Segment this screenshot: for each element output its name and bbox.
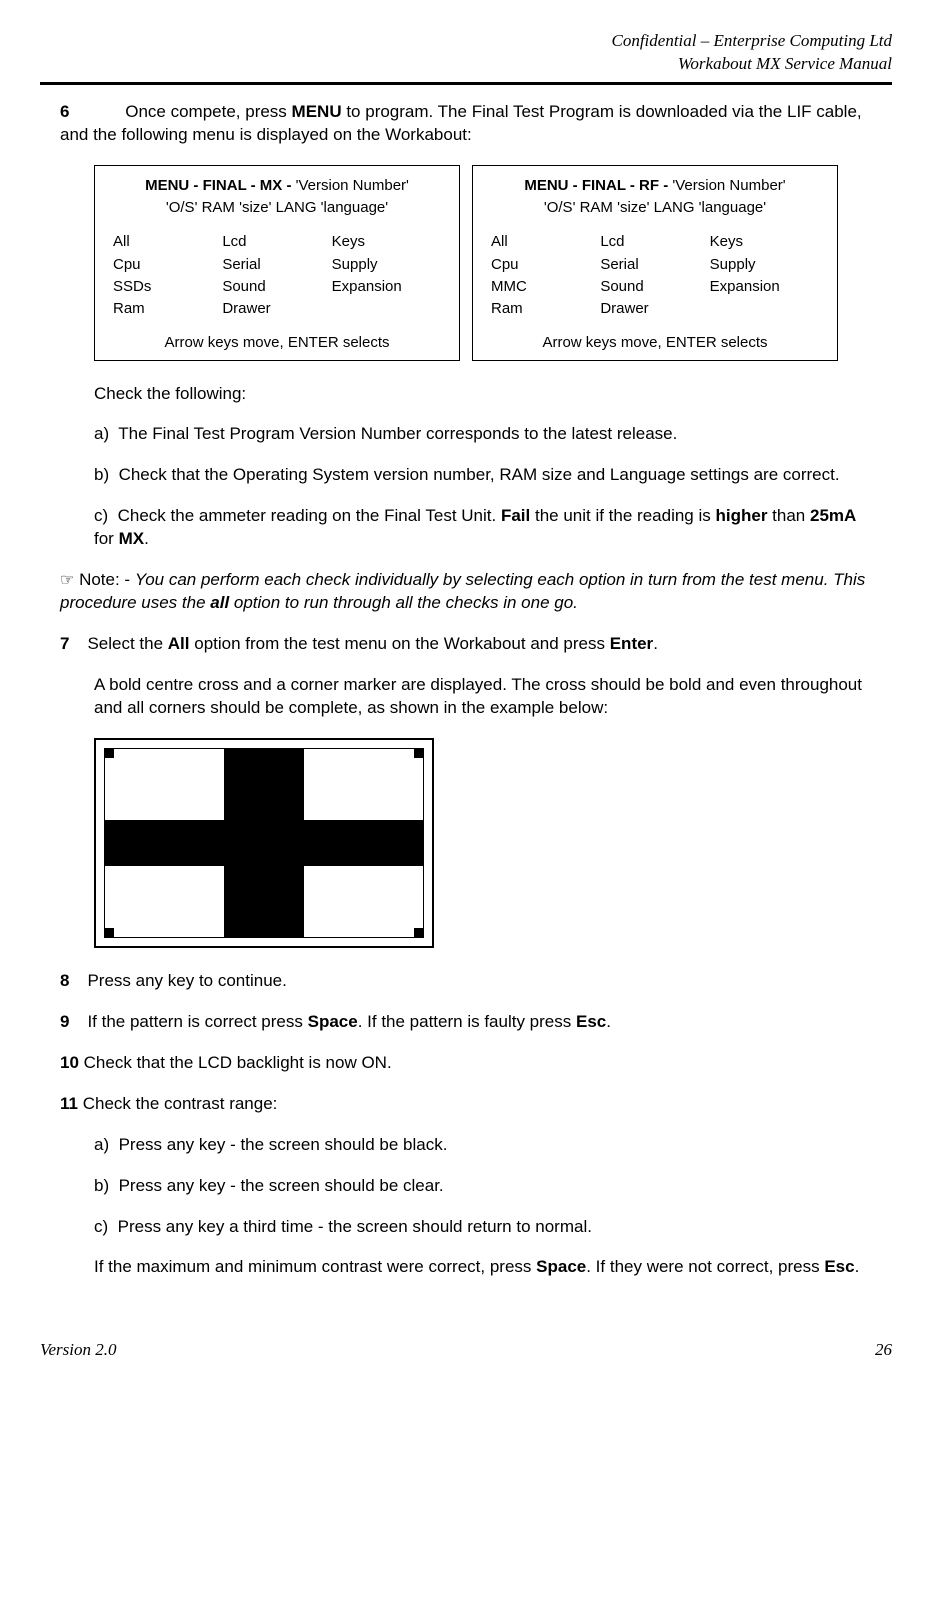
menu-mx-sub: 'O/S' RAM 'size' LANG 'language' [113,198,441,218]
menu-item: All [113,232,222,252]
menu-keyword: MENU [292,102,342,121]
menu-item: Drawer [600,299,709,319]
step-7: 7 Select the All option from the test me… [60,633,872,656]
menu-item: Serial [222,255,331,275]
menu-item: Expansion [332,277,441,297]
check-item-a: a) The Final Test Program Version Number… [94,423,872,446]
menu-item: Expansion [710,277,819,297]
menu-item: Ram [113,299,222,319]
menu-item: Keys [710,232,819,252]
corner-marker [414,748,424,758]
menu-item: Sound [222,277,331,297]
menu-mx-footer: Arrow keys move, ENTER selects [113,333,441,353]
header-line-1: Confidential – Enterprise Computing Ltd [40,30,892,53]
contrast-a: a) Press any key - the screen should be … [94,1134,872,1157]
menu-item: Supply [332,255,441,275]
header-line-2: Workabout MX Service Manual [40,53,892,76]
menu-item [710,299,819,319]
menu-box-mx: MENU - FINAL - MX - 'Version Number' 'O/… [94,165,460,361]
page-content: 6 Once compete, press MENU to program. T… [40,101,892,1280]
step-number: 6 [60,101,78,124]
check-item-c: c) Check the ammeter reading on the Fina… [94,505,872,551]
step-number: 11 [60,1093,78,1116]
menu-item: Ram [491,299,600,319]
step-number: 9 [60,1011,78,1034]
note-block: ☞ Note: - You can perform each check ind… [60,569,872,615]
pointing-hand-icon: ☞ [60,572,74,589]
menu-item: Serial [600,255,709,275]
check-intro: Check the following: [94,383,872,406]
menu-rf-title: MENU - FINAL - RF - 'Version Number' [491,176,819,196]
menu-item: Cpu [491,255,600,275]
contrast-c: c) Press any key a third time - the scre… [94,1216,872,1239]
menu-rf-grid: All Lcd Keys Cpu Serial Supply MMC Sound… [491,232,819,319]
cross-vertical [224,748,304,938]
step-7-para2: A bold centre cross and a corner marker … [94,674,872,720]
menu-item: Lcd [222,232,331,252]
menu-item: Lcd [600,232,709,252]
menu-item: SSDs [113,277,222,297]
page-header: Confidential – Enterprise Computing Ltd … [40,30,892,76]
step-number: 10 [60,1052,79,1075]
cross-pattern-figure [94,738,434,948]
menu-rf-footer: Arrow keys move, ENTER selects [491,333,819,353]
menu-item: Supply [710,255,819,275]
page-footer: Version 2.0 26 [40,1339,892,1362]
menu-item: Drawer [222,299,331,319]
menu-rf-sub: 'O/S' RAM 'size' LANG 'language' [491,198,819,218]
step-number: 8 [60,970,78,993]
step-8: 8 Press any key to continue. [60,970,872,993]
step-11: 11 Check the contrast range: [60,1093,872,1116]
menu-item [332,299,441,319]
step-11-final: If the maximum and minimum contrast were… [94,1256,872,1279]
step-6: 6 Once compete, press MENU to program. T… [60,101,872,147]
footer-page: 26 [875,1339,892,1362]
menu-item: Sound [600,277,709,297]
menu-item: MMC [491,277,600,297]
menu-box-rf: MENU - FINAL - RF - 'Version Number' 'O/… [472,165,838,361]
step-9: 9 If the pattern is correct press Space.… [60,1011,872,1034]
step-number: 7 [60,633,78,656]
header-rule [40,82,892,85]
menu-item: Keys [332,232,441,252]
menu-mx-title: MENU - FINAL - MX - 'Version Number' [113,176,441,196]
menu-item: Cpu [113,255,222,275]
check-item-b: b) Check that the Operating System versi… [94,464,872,487]
corner-marker [104,928,114,938]
corner-marker [104,748,114,758]
step-6-text-1: Once compete, press [125,102,291,121]
menu-boxes: MENU - FINAL - MX - 'Version Number' 'O/… [94,165,838,361]
menu-item: All [491,232,600,252]
step-10: 10 Check that the LCD backlight is now O… [60,1052,872,1075]
footer-version: Version 2.0 [40,1339,117,1362]
contrast-b: b) Press any key - the screen should be … [94,1175,872,1198]
menu-mx-grid: All Lcd Keys Cpu Serial Supply SSDs Soun… [113,232,441,319]
corner-marker [414,928,424,938]
